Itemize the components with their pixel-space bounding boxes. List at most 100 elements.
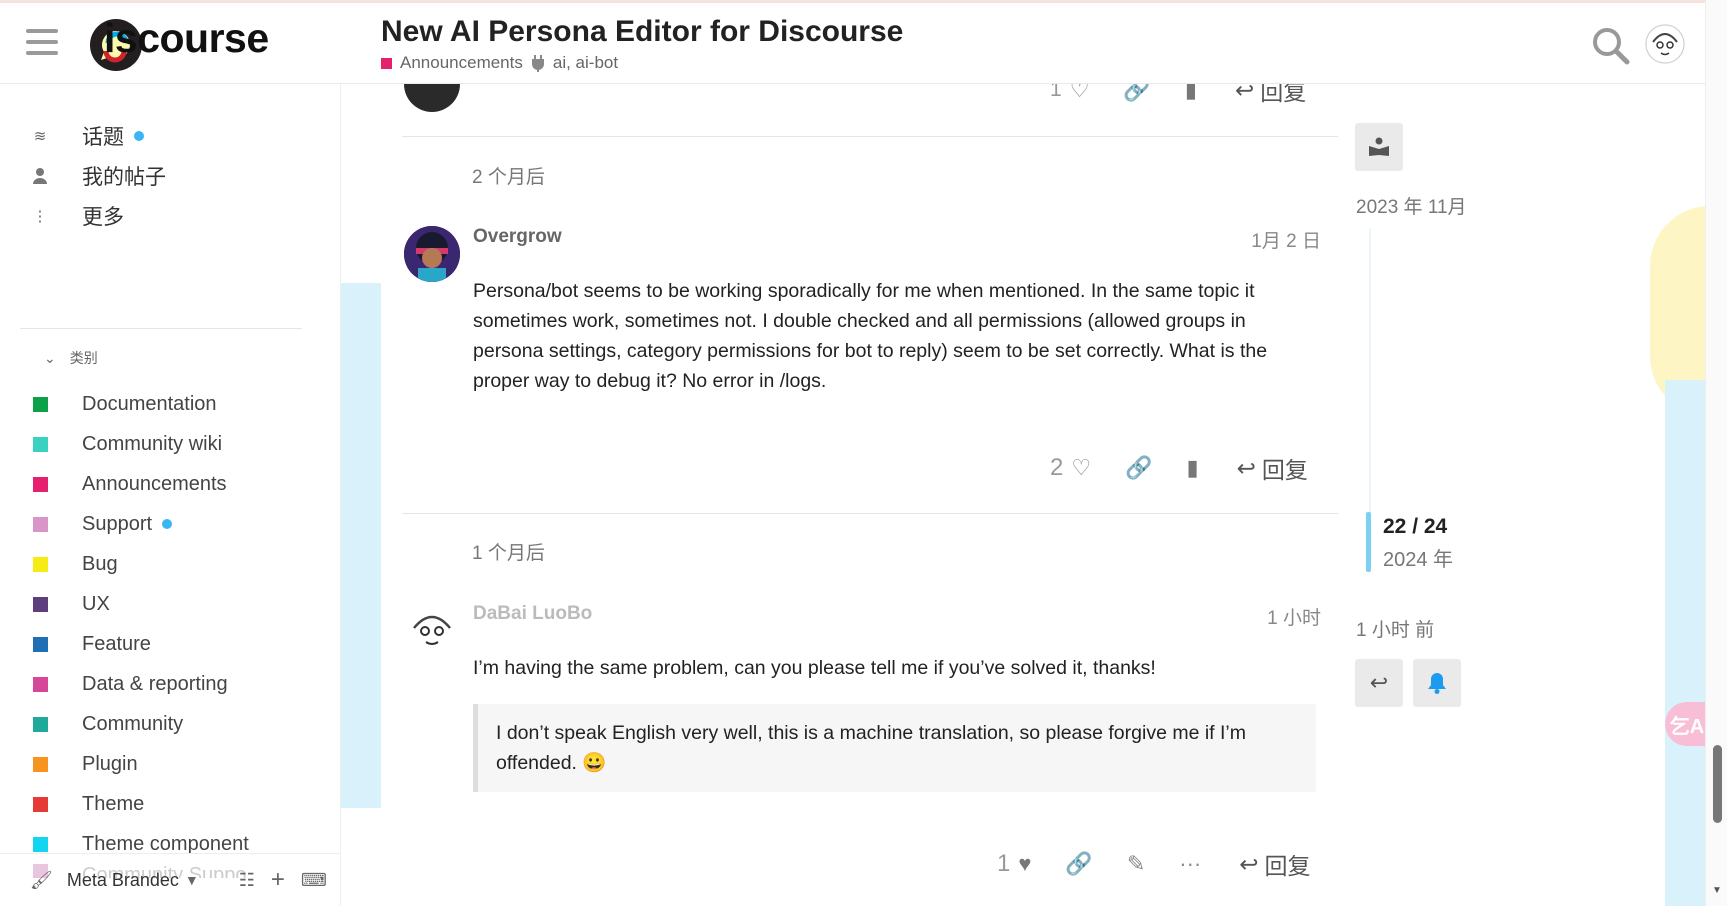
bell-icon xyxy=(1428,673,1446,694)
sidebar-category-announcements[interactable]: Announcements xyxy=(20,464,320,504)
unread-dot xyxy=(134,131,144,141)
category-color-square xyxy=(32,436,48,452)
category-color-square xyxy=(32,476,48,492)
sidebar-category-bug[interactable]: Bug xyxy=(20,544,320,584)
brush-icon[interactable]: 🖌 xyxy=(30,870,53,891)
avatar[interactable] xyxy=(404,226,460,282)
reply-icon: ↩ xyxy=(1236,454,1256,481)
topic-breadcrumb: Announcements ai, ai-bot xyxy=(381,53,618,73)
category-color-square xyxy=(32,716,48,732)
pencil-icon[interactable]: ✎ xyxy=(1127,851,1145,877)
more-horizontal-icon[interactable]: ··· xyxy=(1179,851,1201,877)
translate-button[interactable]: 乞A xyxy=(1665,702,1709,746)
book-reader-icon xyxy=(1369,137,1389,156)
timeline-start-date[interactable]: 2023 年 11月 xyxy=(1356,192,1467,219)
topic-tags[interactable]: ai, ai-bot xyxy=(553,53,618,73)
sidebar-category-plugin[interactable]: Plugin xyxy=(20,744,320,784)
sidebar-category-community[interactable]: Community xyxy=(20,704,320,744)
sidebar-category-data-reporting[interactable]: Data & reporting xyxy=(20,664,320,704)
heart-icon[interactable]: ♡ xyxy=(1071,455,1091,481)
post-actions: 2 ♡ 🔗 ▮ ↩ 回复 xyxy=(1050,448,1308,488)
category-color-square xyxy=(32,396,48,412)
more-vertical-icon: ⋮ xyxy=(32,208,48,225)
summarize-button[interactable] xyxy=(1355,123,1403,171)
sidebar-item-topics[interactable]: ≋ 话题 xyxy=(20,116,320,156)
chevron-down-icon[interactable]: ▼ xyxy=(185,872,199,888)
sidebar-divider xyxy=(20,328,302,329)
post-separator xyxy=(402,513,1338,514)
sidebar-category-community-wiki[interactable]: Community wiki xyxy=(20,424,320,464)
sidebar-category-feature[interactable]: Feature xyxy=(20,624,320,664)
sidebar: ≋ 话题 我的帖子 ⋮ 更多 ⌄ 类别 Documentation Commun… xyxy=(0,84,341,906)
sidebar-category-ux[interactable]: UX xyxy=(20,584,320,624)
categories-section-toggle[interactable]: ⌄ 类别 xyxy=(44,348,98,368)
post-username[interactable]: Overgrow xyxy=(473,226,562,248)
post-date[interactable]: 1月 2 日 xyxy=(1201,226,1321,253)
time-gap: 1 个月后 xyxy=(472,543,545,564)
bookmark-icon[interactable]: ▮ xyxy=(1187,455,1199,481)
reply-icon: ↩ xyxy=(1239,850,1259,877)
topic-category-link[interactable]: Announcements xyxy=(400,53,523,73)
category-color-square xyxy=(381,57,392,69)
plus-icon[interactable]: + xyxy=(271,866,285,894)
sidebar-item-label: 我的帖子 xyxy=(82,166,166,189)
sidebar-category-documentation[interactable]: Documentation xyxy=(20,384,320,424)
post-body: Persona/bot seems to be working sporadic… xyxy=(473,280,1268,392)
current-user-avatar[interactable] xyxy=(1645,24,1685,64)
sidebar-item-label: Bug xyxy=(82,552,118,575)
sliders-icon[interactable]: ☷ xyxy=(239,870,255,891)
notification-level-button[interactable] xyxy=(1413,659,1461,707)
heart-filled-icon[interactable]: ♥ xyxy=(1018,851,1031,877)
page-scrollbar[interactable]: ▼ xyxy=(1705,0,1727,906)
post-actions: 1 ♥ 🔗 ✎ ··· ↩ 回复 xyxy=(997,844,1311,884)
layers-icon: ≋ xyxy=(33,128,47,145)
sidebar-item-label: Feature xyxy=(82,632,151,655)
category-color-square xyxy=(32,796,48,812)
quoted-text: I don’t speak English very well, this is… xyxy=(473,704,1316,792)
unread-dot xyxy=(162,519,173,529)
sidebar-item-more[interactable]: ⋮ 更多 xyxy=(20,196,320,236)
category-color-square xyxy=(32,636,48,652)
categories-header: 类别 xyxy=(69,350,98,366)
sidebar-category-theme[interactable]: Theme xyxy=(20,784,320,824)
sidebar-item-label: Theme xyxy=(82,792,145,815)
hamburger-menu-button[interactable] xyxy=(26,29,58,57)
timeline-position-date: 2024 年 xyxy=(1383,549,1454,571)
scrollbar-thumb[interactable] xyxy=(1713,745,1722,823)
sidebar-item-label: Documentation xyxy=(82,392,217,415)
timeline-end-date[interactable]: 1 小时 前 xyxy=(1356,615,1434,642)
reply-button[interactable]: ↩ 回复 xyxy=(1237,451,1308,485)
category-color-square xyxy=(32,556,48,572)
sidebar-item-label: Community wiki xyxy=(82,432,223,455)
chevron-down-icon: ⌄ xyxy=(44,349,56,366)
sidebar-item-label: UX xyxy=(82,592,110,615)
search-icon[interactable] xyxy=(1590,25,1630,65)
post-username[interactable]: DaBai LuoBo xyxy=(473,603,592,625)
sidebar-item-my-posts[interactable]: 我的帖子 xyxy=(20,156,320,196)
timeline-position: 22 / 24 xyxy=(1383,515,1448,538)
sidebar-footer: 🖌 Meta Brandec ▼ ☷ + ⌨ xyxy=(0,853,340,906)
timeline-track[interactable] xyxy=(1369,228,1371,513)
avatar[interactable] xyxy=(404,602,460,658)
background-decoration xyxy=(341,283,381,808)
logo-wordmark[interactable]: iscourse xyxy=(104,15,269,62)
scroll-down-arrow-icon[interactable]: ▼ xyxy=(1712,885,1722,896)
keyboard-icon[interactable]: ⌨ xyxy=(301,870,327,891)
category-color-square xyxy=(32,756,48,772)
link-icon[interactable]: 🔗 xyxy=(1065,851,1092,877)
background-decoration xyxy=(1665,380,1705,906)
reply-button[interactable]: ↩ 回复 xyxy=(1239,847,1310,881)
sidebar-item-label: Community xyxy=(82,712,184,735)
like-count: 2 xyxy=(1050,454,1064,481)
link-icon[interactable]: 🔗 xyxy=(1125,455,1152,481)
timeline-handle[interactable] xyxy=(1366,512,1371,572)
sidebar-category-support[interactable]: Support xyxy=(20,504,320,544)
post-body: I’m having the same problem, can you ple… xyxy=(473,657,1156,679)
theme-selector[interactable]: Meta Brandec xyxy=(67,870,179,891)
reply-label: 回复 xyxy=(1261,457,1308,483)
topic-title[interactable]: New AI Persona Editor for Discourse xyxy=(381,15,903,49)
like-count: 1 xyxy=(997,850,1011,877)
timeline-reply-button[interactable]: ↩ xyxy=(1355,659,1403,707)
post-date[interactable]: 1 小时 xyxy=(1201,603,1321,630)
post-separator xyxy=(402,136,1338,137)
